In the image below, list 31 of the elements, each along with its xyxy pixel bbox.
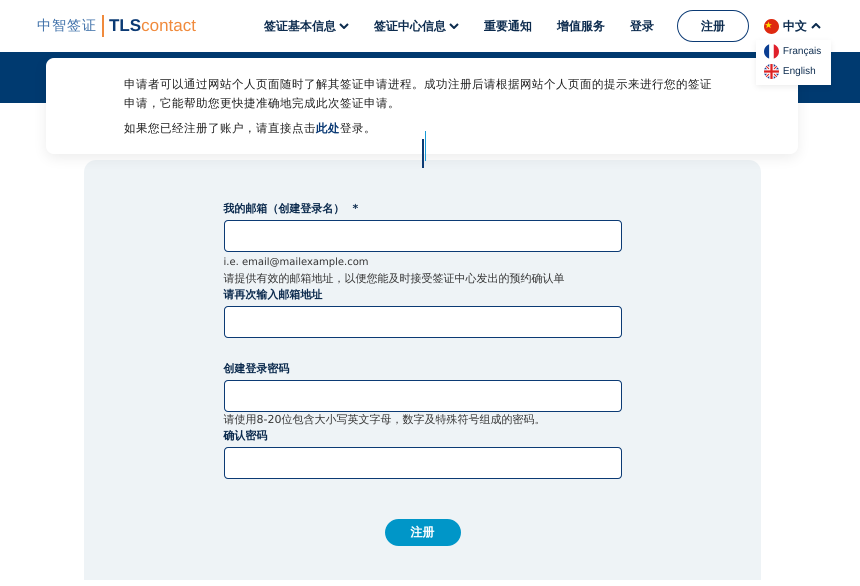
field-label: 创建登录密码	[224, 361, 290, 376]
field-label: 我的邮箱（创建登录名） *	[224, 201, 360, 216]
chevron-down-icon	[338, 23, 349, 29]
field-label: 请再次输入邮箱地址	[224, 287, 324, 302]
intro-text: 申请者可以通过网站个人页面随时了解其签证申请进程。成功注册后请根据网站个人页面的提示来进行您的签证申请，它能帮助您更快捷准确地完成此次签证申请。	[124, 76, 713, 112]
france-flag-icon	[764, 44, 779, 58]
nav-link[interactable]: 增值服务	[556, 18, 605, 34]
hint-text: i.e. email@mailexample.com	[224, 256, 370, 270]
register-button[interactable]: 注册	[676, 10, 749, 42]
input-field[interactable]	[224, 306, 622, 338]
language-option[interactable]: Français	[764, 44, 822, 58]
uk-flag-icon	[764, 64, 779, 78]
nav-link[interactable]: 签证中心信息	[374, 18, 459, 34]
input-field[interactable]	[224, 220, 622, 252]
nav-link[interactable]: 签证基本信息	[264, 18, 349, 34]
input-field[interactable]	[224, 447, 622, 479]
language-option[interactable]: English	[764, 64, 822, 78]
hint-text: 请提供有效的邮箱地址，以便您能及时接受签证中心发出的预约确认单	[224, 271, 566, 287]
login-prompt: 如果您已经注册了账户，请直接点击此处登录。	[124, 120, 377, 137]
nav-link[interactable]: 登录	[630, 18, 654, 34]
china-flag-icon	[764, 18, 779, 34]
logo-wordmark: TLScontact	[109, 16, 196, 36]
field-label: 确认密码	[224, 428, 268, 443]
nav-link[interactable]: 重要通知	[484, 18, 532, 34]
language-selector[interactable]: 中文	[764, 18, 821, 34]
hint-text: 请使用8-20位包含大小写英文字母，数字及特殊符号组成的密码。	[224, 412, 546, 428]
input-field[interactable]	[224, 380, 622, 412]
chevron-down-icon	[448, 23, 459, 29]
chevron-up-icon	[810, 23, 821, 29]
logo-text: 中智签证	[37, 17, 97, 35]
login-link[interactable]: 此处	[316, 121, 340, 135]
